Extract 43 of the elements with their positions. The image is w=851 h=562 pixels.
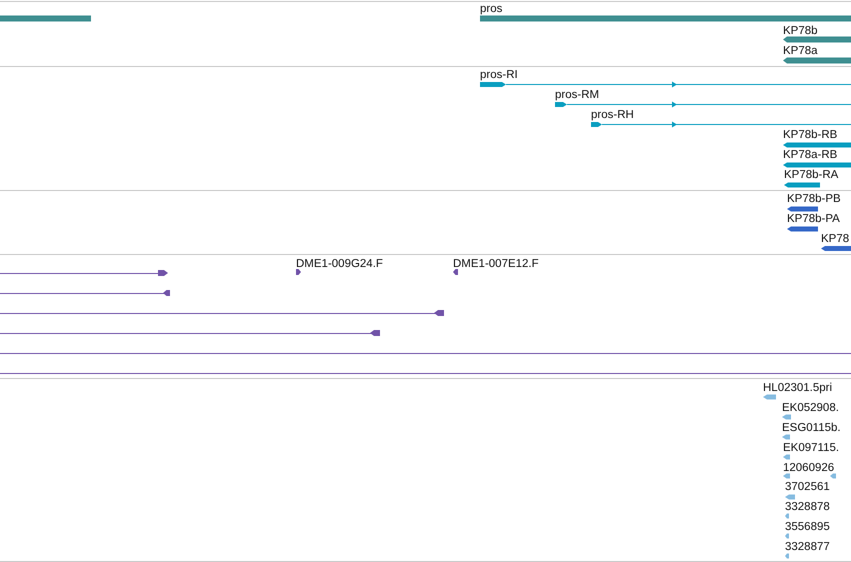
feature-label: 3328877 <box>785 541 830 553</box>
transcript-glyph <box>783 162 851 168</box>
feature-label: 12060926 <box>783 462 834 474</box>
feature-label: KP78a <box>783 45 818 57</box>
est-bar <box>782 414 791 420</box>
feature-label: KP78 <box>821 233 850 245</box>
feature-label: KP78b-RB <box>783 129 838 141</box>
protein-bar <box>787 206 818 212</box>
est-bar <box>782 434 790 440</box>
transcript-glyph <box>783 142 851 148</box>
est-bar <box>785 534 789 538</box>
feature-label: 3328878 <box>785 501 830 513</box>
feature-label: EK052908. <box>782 402 839 414</box>
feature-label: KP78b-PA <box>787 213 840 225</box>
feature-label: 3556895 <box>785 521 830 533</box>
feature-label: pros-RM <box>555 89 600 101</box>
feature-label: DME1-007E12.F <box>453 258 539 270</box>
est-bar <box>785 554 789 558</box>
transcript-glyph <box>784 182 820 188</box>
protein-bar <box>821 246 851 251</box>
est-bar <box>785 494 795 500</box>
est-bar <box>783 474 790 478</box>
feature-label: KP78b-PB <box>787 193 841 205</box>
feature-label: ESG0115b. <box>782 422 841 434</box>
feature-label: KP78a-RB <box>783 149 838 161</box>
est-bar <box>830 474 836 478</box>
gene-bar <box>783 36 851 42</box>
est-bar <box>763 394 776 400</box>
feature-label: KP78b <box>783 25 818 37</box>
feature-label: DME1-009G24.F <box>296 258 383 270</box>
feature-label: pros <box>480 3 502 15</box>
feature-label: 3702561 <box>785 481 830 493</box>
feature-label: pros-RH <box>591 109 634 121</box>
est-bar <box>785 514 789 518</box>
gene-bar <box>783 58 851 64</box>
feature-label: EK097115. <box>783 442 840 454</box>
feature-label: pros-RI <box>480 69 518 81</box>
est-bar <box>783 454 790 460</box>
alignment-glyph <box>453 269 458 275</box>
feature-label: HL02301.5pri <box>763 382 832 394</box>
feature-label: KP78b-RA <box>784 169 838 181</box>
protein-bar <box>787 226 818 232</box>
alignment-glyph <box>296 269 301 275</box>
